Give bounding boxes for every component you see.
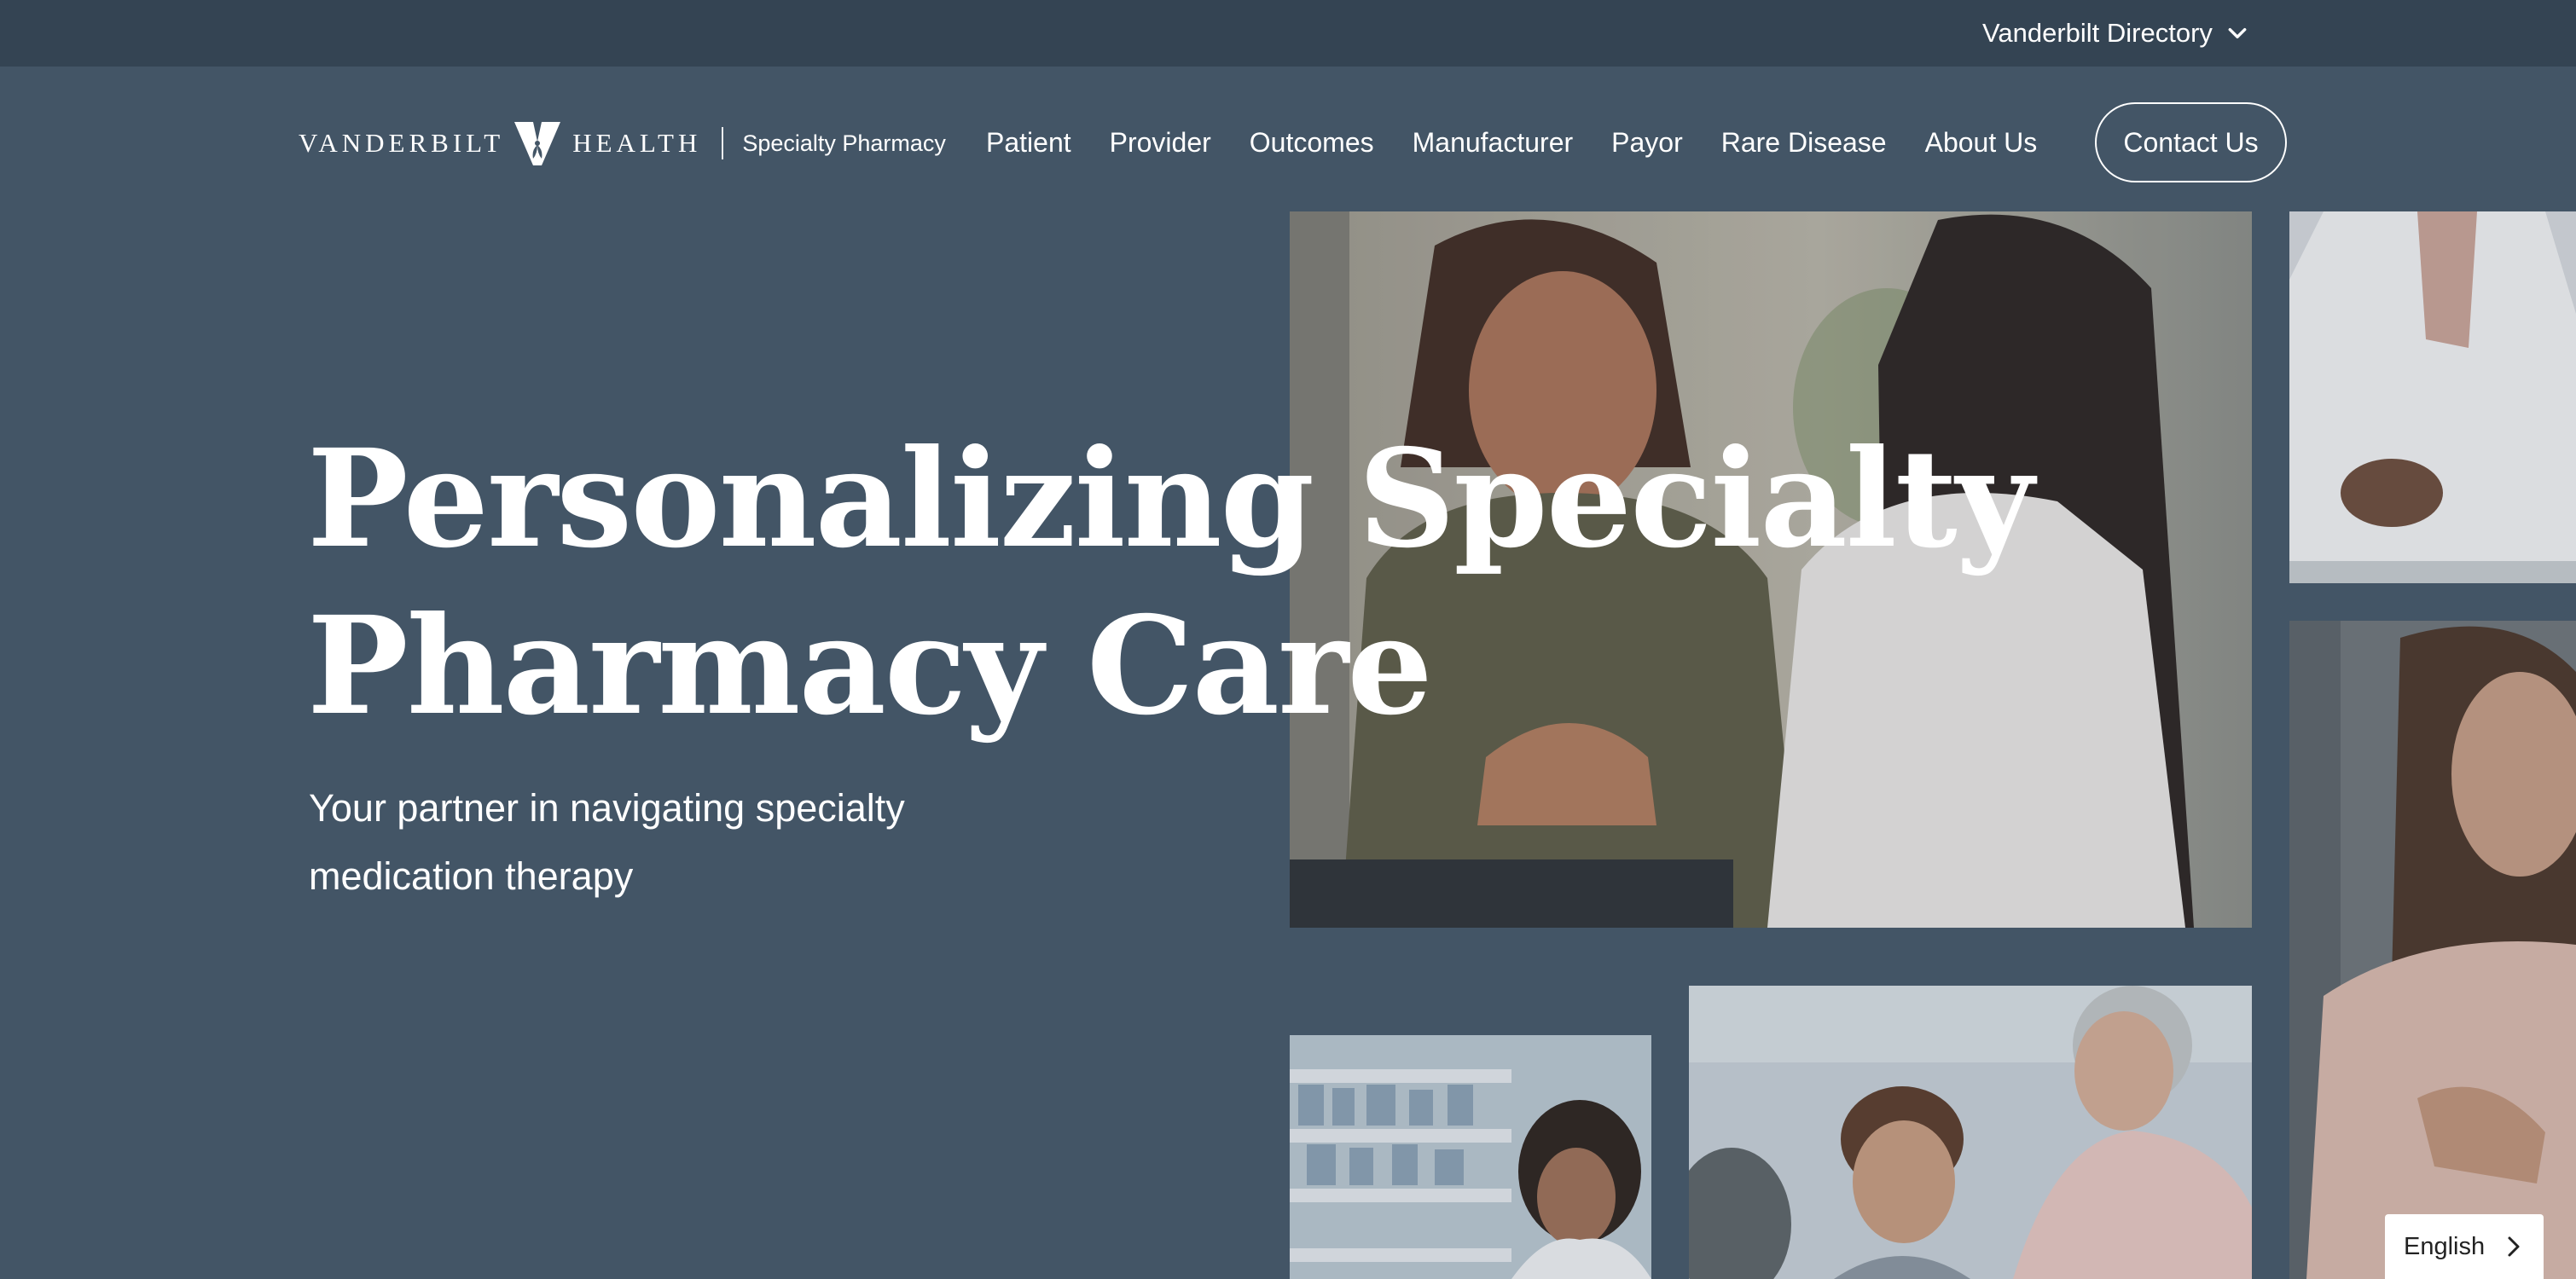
chevron-right-icon	[2508, 1236, 2520, 1257]
hero-subtitle-line-2: medication therapy	[309, 854, 634, 898]
nav-item-rare-disease[interactable]: Rare Disease	[1721, 127, 1887, 159]
nav-item-outcomes[interactable]: Outcomes	[1250, 127, 1374, 159]
main-navigation: Patient Provider Outcomes Manufacturer P…	[986, 121, 2037, 164]
chevron-down-icon	[2228, 27, 2247, 39]
hero-title-line-2: Pharmacy Care	[307, 587, 1433, 745]
language-label: English	[2404, 1232, 2486, 1260]
photo-woman-smiling	[2289, 621, 2576, 1279]
hero-title: Personalizing Specialty Pharmacy Care	[307, 416, 2034, 750]
photo-pharmacist	[1290, 1035, 1651, 1279]
utility-bar: Vanderbilt Directory	[0, 0, 2576, 67]
photo-nurse-patient	[1689, 986, 2252, 1279]
photo-doctor-coat	[2289, 211, 2576, 583]
vanderbilt-health-logo[interactable]: VANDERBILT HEALTH Specialty Pharmacy	[299, 118, 946, 169]
nav-item-provider[interactable]: Provider	[1110, 127, 1211, 159]
vanderbilt-v-oak-icon	[514, 122, 561, 165]
hero-title-line-1: Personalizing Specialty	[307, 420, 2034, 578]
nav-item-payor[interactable]: Payor	[1611, 127, 1683, 159]
logo-wordmark-health: HEALTH	[572, 128, 702, 158]
directory-label: Vanderbilt Directory	[1982, 18, 2213, 48]
logo-subtitle: Specialty Pharmacy	[742, 130, 946, 156]
language-selector[interactable]: English	[2385, 1214, 2544, 1279]
nav-item-patient[interactable]: Patient	[986, 127, 1071, 159]
logo-wordmark-vanderbilt: VANDERBILT	[299, 128, 505, 158]
logo-divider	[722, 127, 724, 159]
contact-us-button[interactable]: Contact Us	[2095, 102, 2287, 182]
nav-item-about-us[interactable]: About Us	[1925, 127, 2038, 159]
hero-subtitle-line-1: Your partner in navigating specialty	[309, 786, 905, 830]
vanderbilt-directory-dropdown[interactable]: Vanderbilt Directory	[1982, 14, 2248, 53]
nav-item-manufacturer[interactable]: Manufacturer	[1413, 127, 1574, 159]
hero-subtitle: Your partner in navigating specialty med…	[309, 774, 1042, 911]
